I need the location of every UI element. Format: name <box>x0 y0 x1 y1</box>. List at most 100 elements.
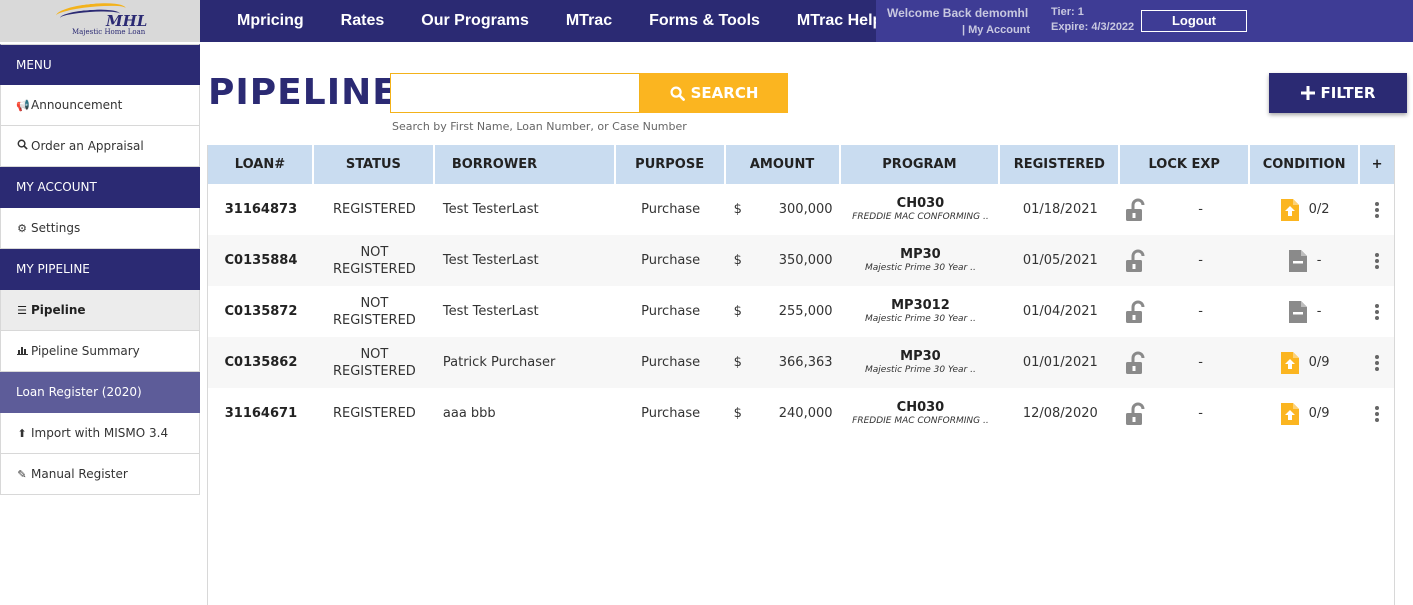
amount-value: 350,000 <box>778 253 833 268</box>
column-lock-exp[interactable]: LOCK EXP <box>1120 145 1251 184</box>
loan-amount: $300,000 <box>726 184 841 235</box>
registered-date: 01/01/2021 <box>1022 355 1098 370</box>
condition-cell: 0/9 <box>1250 337 1360 388</box>
table-row[interactable]: 31164873 REGISTERED Test TesterLast Purchas… <box>208 184 1394 235</box>
doc-icon[interactable] <box>1288 300 1307 323</box>
sidebar-label: Pipeline Summary <box>31 344 140 358</box>
column-amount[interactable]: AMOUNT <box>726 145 841 184</box>
borrower-name: Test TesterLast <box>442 202 539 217</box>
loan-amount: $366,363 <box>726 337 841 388</box>
bar-chart-icon <box>16 345 28 358</box>
sidebar-label: Settings <box>31 221 81 235</box>
loan-program: MP30 Majestic Prime 30 Year .. <box>841 235 1001 286</box>
doc-icon[interactable] <box>1288 249 1307 272</box>
program-description: FREDDIE MAC CONFORMING .. <box>852 416 989 426</box>
loan-number[interactable]: C0135884 <box>208 235 314 286</box>
kebab-icon <box>1375 252 1379 270</box>
sidebar-item-manual-register[interactable]: ✎ Manual Register <box>0 454 200 495</box>
logo[interactable]: MHL Majestic Home Loan <box>0 0 200 42</box>
sidebar-item-pipeline-summary[interactable]: Pipeline Summary <box>0 331 200 372</box>
nav-mtrac[interactable]: MTrac <box>566 12 612 30</box>
column-status[interactable]: STATUS <box>314 145 435 184</box>
program-code: MP3012 <box>891 298 950 313</box>
column-loan[interactable]: LOAN# <box>208 145 314 184</box>
lock-exp-value: - <box>1198 406 1203 421</box>
table-row[interactable]: 31164671 REGISTERED aaa bbb Purchase $240,00… <box>208 388 1394 439</box>
nav-mpricing[interactable]: Mpricing <box>237 12 304 30</box>
column-borrower[interactable]: BORROWER <box>435 145 616 184</box>
loan-program: MP30 Majestic Prime 30 Year .. <box>841 337 1001 388</box>
upload-doc-icon[interactable] <box>1280 402 1299 425</box>
row-menu-button[interactable] <box>1360 184 1394 235</box>
amount-value: 366,363 <box>778 355 833 370</box>
row-menu-button[interactable] <box>1360 388 1394 439</box>
unlock-icon[interactable] <box>1124 248 1150 274</box>
table-row[interactable]: C0135872 NOT REGISTERED Test TesterLast Pur… <box>208 286 1394 337</box>
add-column-button[interactable]: + <box>1360 145 1394 184</box>
megaphone-icon: 📢 <box>16 98 30 112</box>
column-program[interactable]: PROGRAM <box>841 145 1001 184</box>
tier-text: Tier: 1 <box>1051 6 1084 18</box>
list-icon: ☰ <box>17 303 27 317</box>
loan-number[interactable]: 31164873 <box>208 184 314 235</box>
loan-program: CH030 FREDDIE MAC CONFORMING .. <box>841 388 1001 439</box>
logout-button[interactable]: Logout <box>1141 10 1247 32</box>
nav-mtrac-help[interactable]: MTrac Help <box>797 12 882 30</box>
expire-text: Expire: 4/3/2022 <box>1051 21 1135 33</box>
column-registered[interactable]: REGISTERED <box>1000 145 1121 184</box>
loan-number[interactable]: C0135862 <box>208 337 314 388</box>
table-row[interactable]: C0135884 NOT REGISTERED Test TesterLast Pur… <box>208 235 1394 286</box>
program-description: Majestic Prime 30 Year .. <box>865 365 976 375</box>
nav-our-programs[interactable]: Our Programs <box>421 12 529 30</box>
column-condition[interactable]: CONDITION <box>1250 145 1361 184</box>
column-purpose[interactable]: PURPOSE <box>616 145 726 184</box>
borrower-name: Test TesterLast <box>442 304 539 319</box>
table-header: LOAN# STATUS BORROWER PURPOSE AMOUNT PRO… <box>208 145 1394 184</box>
unlock-icon[interactable] <box>1124 401 1150 427</box>
sidebar-header-my-account: MY ACCOUNT <box>0 167 200 208</box>
nav-rates[interactable]: Rates <box>341 12 385 30</box>
upload-doc-icon[interactable] <box>1280 351 1299 374</box>
nav-forms-tools[interactable]: Forms & Tools <box>649 12 760 30</box>
sidebar-label: Announcement <box>31 98 123 112</box>
sidebar-item-order-appraisal[interactable]: Order an Appraisal <box>0 126 200 167</box>
currency-symbol: $ <box>733 406 742 421</box>
kebab-icon <box>1375 201 1379 219</box>
sidebar-header-menu: MENU <box>0 44 200 85</box>
sidebar-item-import-mismo[interactable]: ⬆ Import with MISMO 3.4 <box>0 413 200 454</box>
lock-exp-value: - <box>1198 355 1203 370</box>
row-menu-button[interactable] <box>1360 286 1394 337</box>
loan-purpose: Purchase <box>641 355 701 370</box>
row-menu-button[interactable] <box>1360 337 1394 388</box>
sidebar-item-settings[interactable]: ⚙ Settings <box>0 208 200 249</box>
unlock-icon[interactable] <box>1124 197 1150 223</box>
sidebar-label: Order an Appraisal <box>31 139 144 153</box>
loan-number[interactable]: C0135872 <box>208 286 314 337</box>
sidebar-item-loan-register[interactable]: Loan Register (2020) <box>0 372 200 413</box>
upload-doc-icon[interactable] <box>1280 198 1299 221</box>
kebab-icon <box>1375 354 1379 372</box>
condition-value: 0/9 <box>1308 355 1330 370</box>
unlock-icon[interactable] <box>1124 350 1150 376</box>
borrower-name: Patrick Purchaser <box>442 355 556 370</box>
welcome-text: Welcome Back demomhl <box>887 6 1029 20</box>
search-input[interactable] <box>390 73 640 113</box>
unlock-icon[interactable] <box>1124 299 1150 325</box>
program-description: Majestic Prime 30 Year .. <box>865 263 976 273</box>
row-menu-button[interactable] <box>1360 235 1394 286</box>
sidebar-item-pipeline[interactable]: ☰ Pipeline <box>0 290 200 331</box>
loan-program: MP3012 Majestic Prime 30 Year .. <box>841 286 1001 337</box>
loan-purpose: Purchase <box>641 253 701 268</box>
table-row[interactable]: C0135862 NOT REGISTERED Patrick Purchaser P… <box>208 337 1394 388</box>
currency-symbol: $ <box>733 355 742 370</box>
filter-button[interactable]: FILTER <box>1269 73 1407 113</box>
loan-status: REGISTERED <box>332 406 416 421</box>
loan-program: CH030 FREDDIE MAC CONFORMING .. <box>841 184 1001 235</box>
loan-status: REGISTERED <box>332 202 416 217</box>
program-description: FREDDIE MAC CONFORMING .. <box>852 212 989 222</box>
sidebar-item-announcement[interactable]: 📢 Announcement <box>0 85 200 126</box>
loan-number[interactable]: 31164671 <box>208 388 314 439</box>
condition-cell: 0/2 <box>1250 184 1360 235</box>
search-button[interactable]: SEARCH <box>640 73 788 113</box>
my-account-link[interactable]: | My Account <box>962 24 1030 36</box>
